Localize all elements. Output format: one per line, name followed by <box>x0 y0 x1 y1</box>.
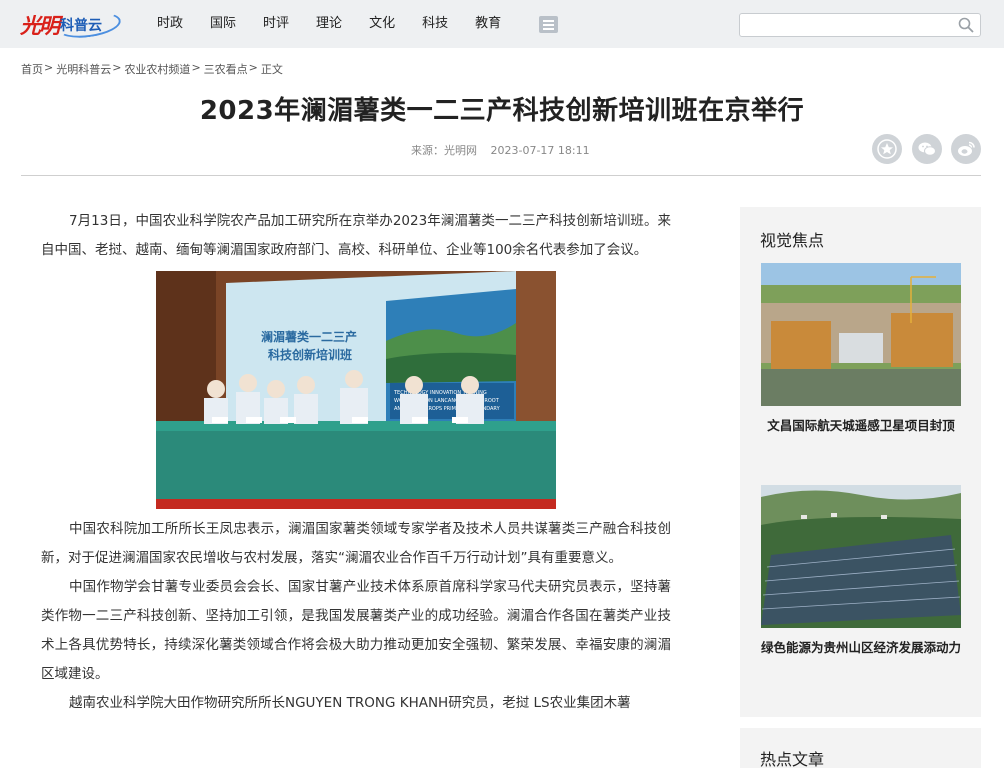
focus-card-image[interactable] <box>761 263 961 406</box>
more-menu-icon[interactable] <box>539 16 558 33</box>
hot-articles-panel: 热点文章 <box>740 728 981 769</box>
wechat-share-button[interactable] <box>912 134 942 164</box>
nav-item-lilun[interactable]: 理论 <box>316 15 342 33</box>
search-box <box>739 13 981 37</box>
nav-item-guoji[interactable]: 国际 <box>210 15 236 33</box>
search-input[interactable] <box>746 17 951 33</box>
star-icon <box>877 139 897 159</box>
weibo-share-button[interactable] <box>951 134 981 164</box>
breadcrumb-agri-channel[interactable]: 农业农村频道 <box>124 61 190 77</box>
article-paragraph: 中国农科院加工所所长王凤忠表示，澜湄国家薯类领域专家学者及技术人员共谋薯类三产融… <box>41 521 671 566</box>
breadcrumb: 首页 > 光明科普云 > 农业农村频道 > 三农看点 > 正文 <box>21 61 283 77</box>
site-logo[interactable]: 光明 科普云 <box>20 8 124 42</box>
top-nav-bar: 光明 科普云 时政 国际 时评 理论 文化 科技 教育 <box>0 0 1004 48</box>
visual-focus-panel: 视觉焦点 文昌国际航天城遥感卫星项目封顶 绿色能源为贵州山区经济发展添动力 <box>740 207 981 717</box>
svg-text:科技创新培训班: 科技创新培训班 <box>268 347 352 362</box>
article-body: 7月13日，中国农业科学院农产品加工研究所在京举办2023年澜湄薯类一二三产科技… <box>41 207 671 718</box>
article-source: 来源：光明网 <box>411 144 477 157</box>
article-title: 2023年澜湄薯类一二三产科技创新培训班在京举行 <box>199 96 805 126</box>
article-paragraph: 7月13日，中国农业科学院农产品加工研究所在京举办2023年澜湄薯类一二三产科技… <box>41 213 671 258</box>
article-paragraph: 越南农业科学院大田作物研究所所长NGUYEN TRONG KHANH研究员，老挝… <box>69 695 631 711</box>
article-datetime: 2023-07-17 18:11 <box>490 144 590 157</box>
solar-farm-photo <box>761 485 961 628</box>
nav-item-jiaoyu[interactable]: 教育 <box>475 15 501 33</box>
logo-sub-text: 科普云 <box>60 18 102 34</box>
spaceport-photo <box>761 263 961 406</box>
weibo-icon <box>958 141 975 156</box>
nav-item-wenhua[interactable]: 文化 <box>369 15 395 33</box>
favorite-share-button[interactable] <box>872 134 902 164</box>
nav-item-shiping[interactable]: 时评 <box>263 15 289 33</box>
sidebar-heading-hot: 热点文章 <box>760 750 825 769</box>
breadcrumb-sannong[interactable]: 三农看点 <box>204 61 248 77</box>
search-icon[interactable] <box>958 17 974 33</box>
wechat-icon <box>918 142 936 156</box>
main-nav: 时政 国际 时评 理论 文化 科技 教育 <box>157 15 528 33</box>
sidebar-heading: 视觉焦点 <box>760 231 825 250</box>
nav-item-shizheng[interactable]: 时政 <box>157 15 183 33</box>
conference-photo: 澜湄薯类一二三产 科技创新培训班 TECHNOLOGY INNOVATION T… <box>156 271 556 509</box>
article-meta: 来源：光明网 2023-07-17 18:11 <box>411 142 590 158</box>
article-paragraph: 中国作物学会甘薯专业委员会会长、国家甘薯产业技术体系原首席科学家马代夫研究员表示… <box>41 579 671 682</box>
focus-card-caption[interactable]: 文昌国际航天城遥感卫星项目封顶 <box>761 416 961 436</box>
nav-item-keji[interactable]: 科技 <box>422 15 448 33</box>
breadcrumb-kepuyun[interactable]: 光明科普云 <box>56 61 111 77</box>
article-photo: 澜湄薯类一二三产 科技创新培训班 TECHNOLOGY INNOVATION T… <box>156 271 556 509</box>
breadcrumb-current: 正文 <box>260 63 283 76</box>
logo-main-text: 光明 <box>20 13 60 38</box>
svg-text:澜湄薯类一二三产: 澜湄薯类一二三产 <box>261 329 357 344</box>
focus-card[interactable]: 绿色能源为贵州山区经济发展添动力 <box>761 485 961 658</box>
breadcrumb-home[interactable]: 首页 <box>21 61 43 77</box>
focus-card-caption[interactable]: 绿色能源为贵州山区经济发展添动力 <box>761 638 961 658</box>
focus-card[interactable]: 文昌国际航天城遥感卫星项目封顶 <box>761 263 961 436</box>
focus-card-image[interactable] <box>761 485 961 628</box>
title-divider <box>21 175 981 176</box>
